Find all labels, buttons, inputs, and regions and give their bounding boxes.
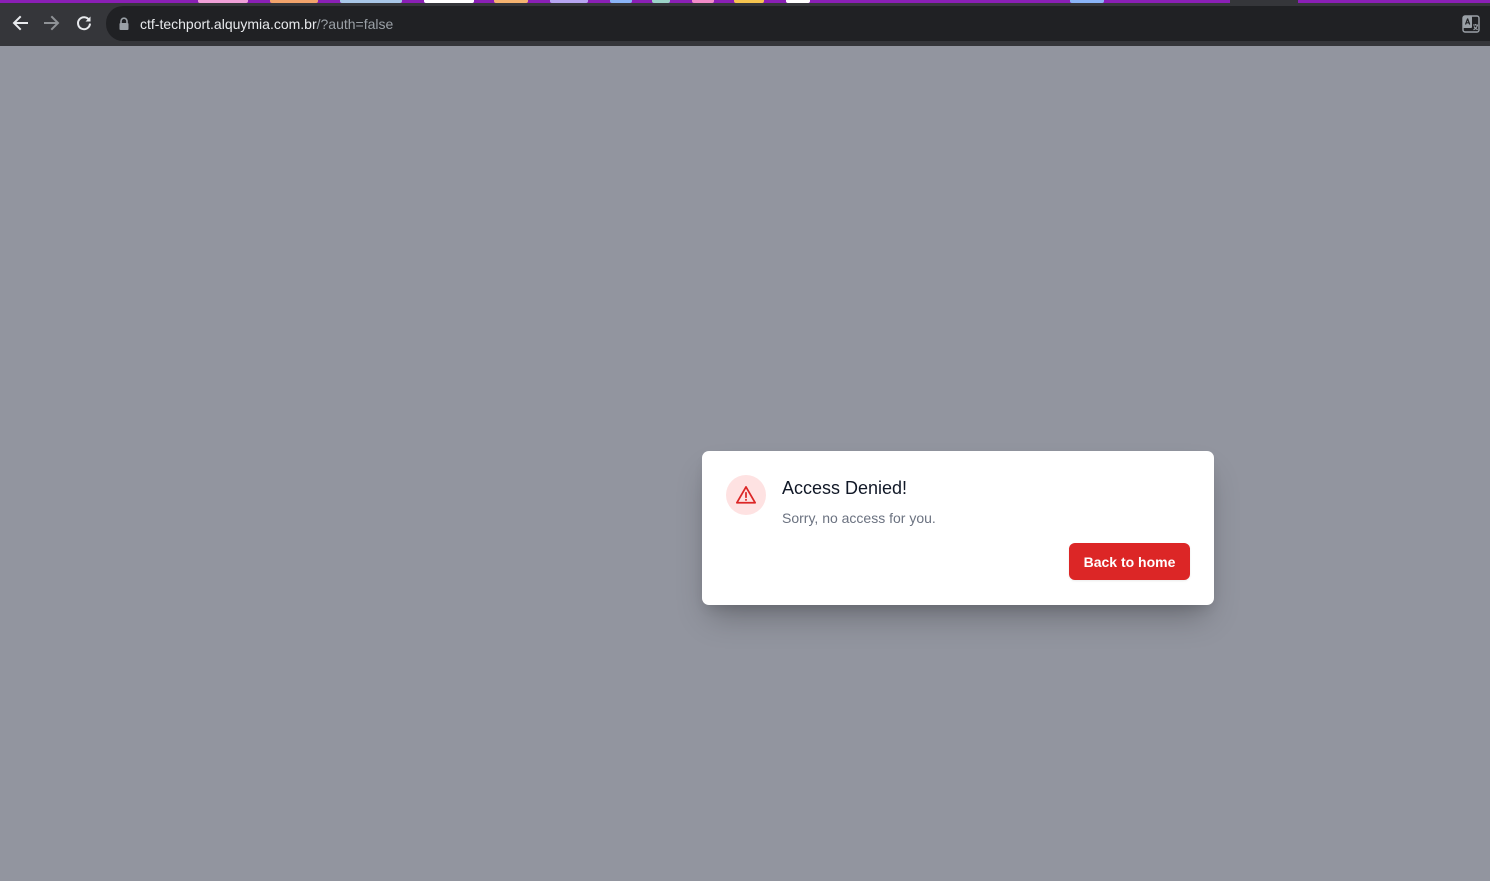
active-tab-gap xyxy=(1230,0,1298,5)
back-to-home-button[interactable]: Back to home xyxy=(1069,543,1190,580)
tab-indicator xyxy=(270,0,318,3)
tab-indicator xyxy=(692,0,714,3)
tab-indicator xyxy=(734,0,764,3)
tab-indicator xyxy=(652,0,670,3)
tab-indicator xyxy=(1070,0,1104,3)
tab-indicator xyxy=(198,0,248,3)
tab-indicator xyxy=(424,0,474,3)
access-denied-dialog: Access Denied! Sorry, no access for you.… xyxy=(702,451,1214,605)
lock-icon[interactable] xyxy=(118,17,130,31)
warning-triangle-icon xyxy=(735,486,757,504)
tab-indicator xyxy=(786,0,810,3)
url-path: /?auth=false xyxy=(316,16,394,32)
reload-button[interactable] xyxy=(71,10,97,36)
tab-indicator xyxy=(494,0,528,3)
tab-indicator xyxy=(340,0,402,3)
reload-icon xyxy=(77,16,91,31)
tab-indicator xyxy=(610,0,632,3)
alert-icon-badge xyxy=(726,475,766,515)
dialog-title: Access Denied! xyxy=(782,478,908,498)
tab-indicator xyxy=(550,0,588,3)
url-text[interactable]: ctf-techport.alquymia.com.br/?auth=false xyxy=(140,15,393,33)
arrow-right-icon xyxy=(44,15,60,31)
forward-button[interactable] xyxy=(39,10,65,36)
arrow-left-icon xyxy=(12,15,28,31)
browser-toolbar: ctf-techport.alquymia.com.br/?auth=false xyxy=(0,0,1490,46)
address-bar[interactable]: ctf-techport.alquymia.com.br/?auth=false xyxy=(106,6,1490,41)
translate-icon[interactable] xyxy=(1462,15,1480,33)
back-button[interactable] xyxy=(7,10,33,36)
dialog-message: Sorry, no access for you. xyxy=(782,510,936,526)
url-host: ctf-techport.alquymia.com.br xyxy=(140,16,317,32)
